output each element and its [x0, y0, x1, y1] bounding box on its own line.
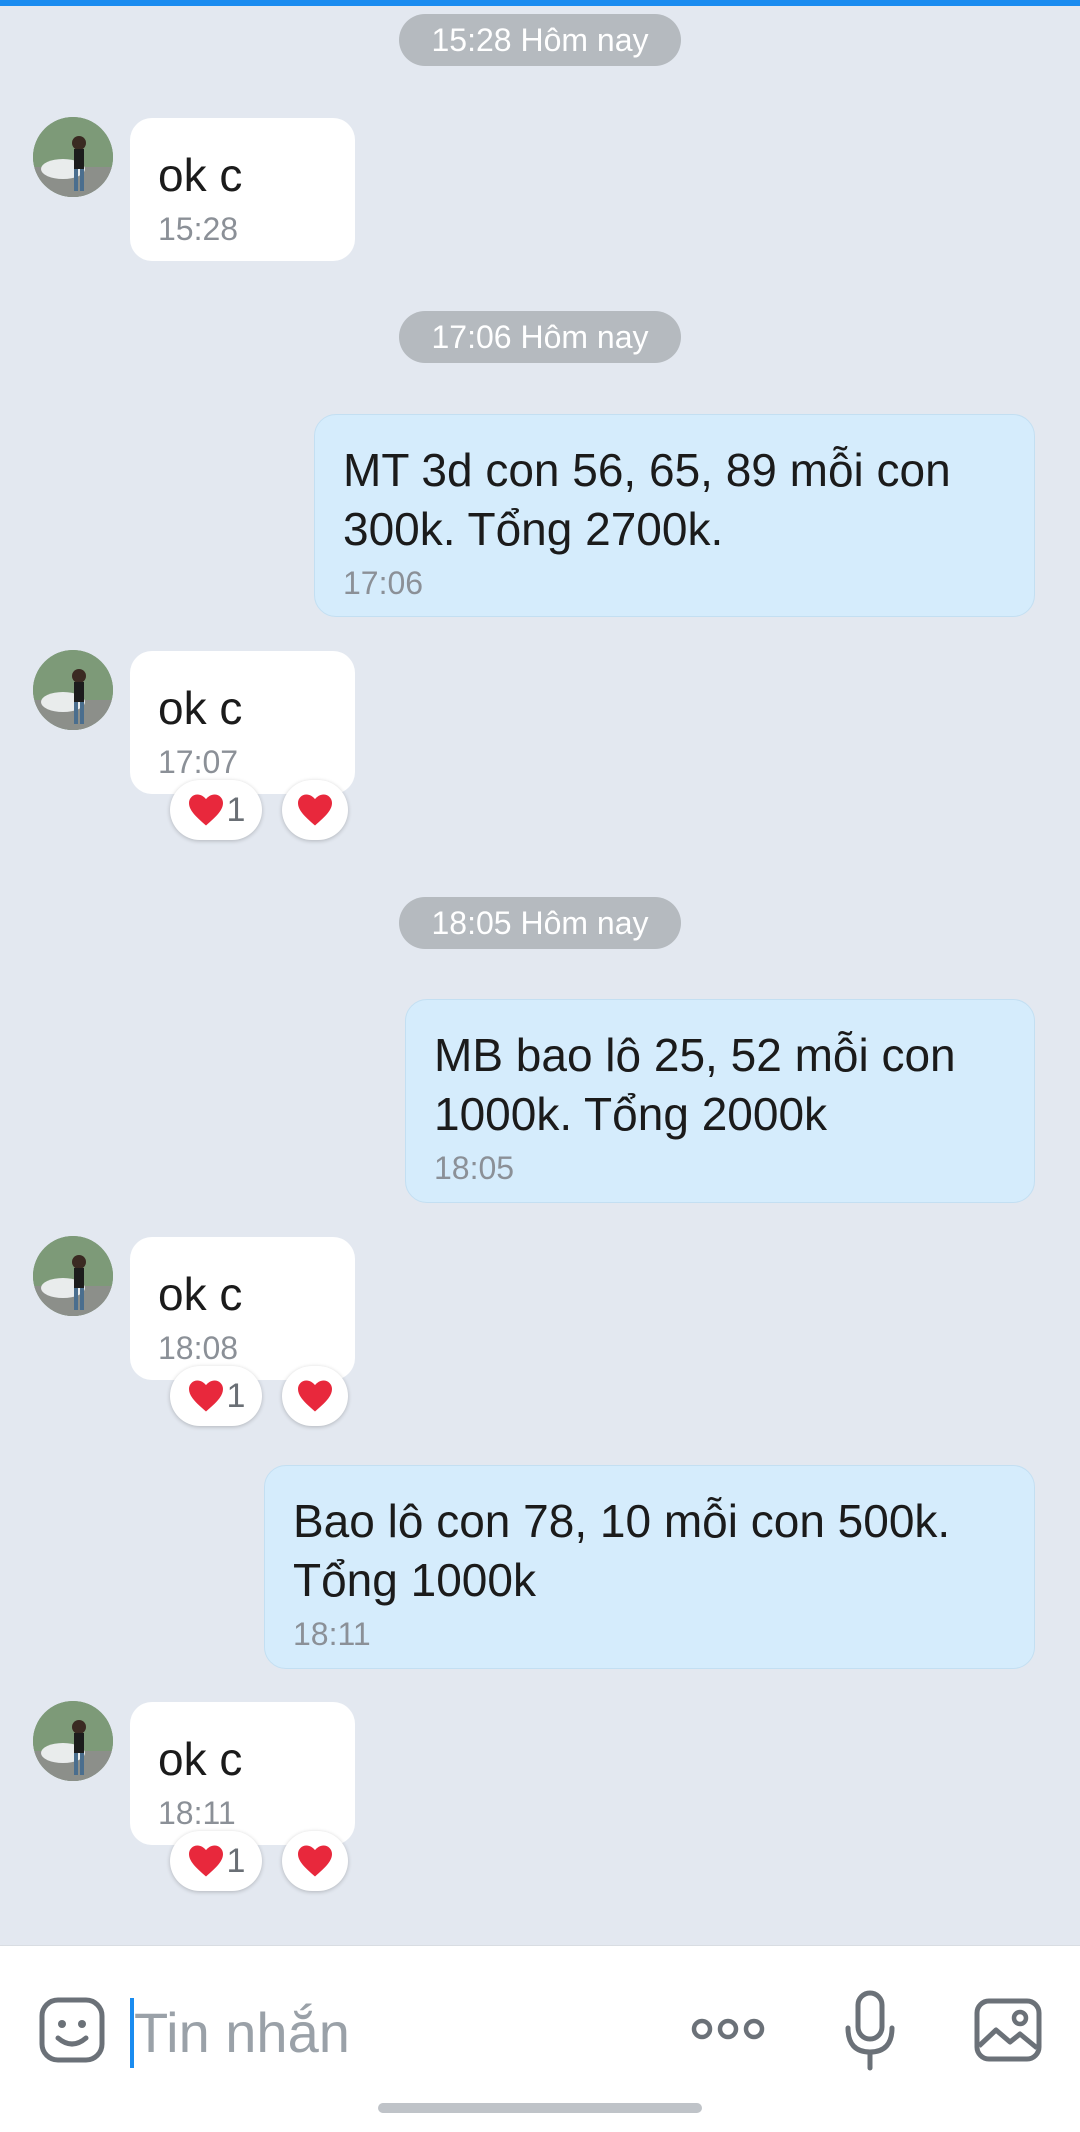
message-text: Bao lô con 78, 10 mỗi con 500k. Tổng 100…: [293, 1495, 951, 1606]
message-text: MT 3d con 56, 65, 89 mỗi con 300k. Tổng …: [343, 444, 951, 555]
message-bubble-incoming[interactable]: ok c 18:11: [130, 1702, 355, 1845]
message-time: 18:11: [293, 1616, 371, 1652]
react-button[interactable]: [282, 1831, 348, 1891]
avatar[interactable]: [33, 117, 113, 197]
avatar[interactable]: [33, 1236, 113, 1316]
image-gallery-icon[interactable]: [972, 1994, 1044, 2066]
message-time: 18:11: [158, 1795, 236, 1831]
reaction-count: 1: [226, 1841, 246, 1880]
message-text: ok c: [158, 1733, 243, 1785]
heart-icon: [298, 1845, 332, 1877]
reaction-summary[interactable]: 1: [170, 1366, 262, 1426]
message-bubble-outgoing[interactable]: Bao lô con 78, 10 mỗi con 500k. Tổng 100…: [264, 1465, 1035, 1669]
message-bubble-incoming[interactable]: ok c 18:08: [130, 1237, 355, 1380]
time-separator: 18:05 Hôm nay: [399, 897, 681, 949]
message-time: 15:28: [158, 211, 239, 247]
message-text: ok c: [158, 682, 243, 734]
message-time: 17:07: [158, 744, 239, 780]
more-options-icon[interactable]: [690, 2006, 766, 2052]
avatar[interactable]: [33, 650, 113, 730]
message-text: MB bao lô 25, 52 mỗi con 1000k. Tổng 200…: [434, 1029, 956, 1140]
home-indicator[interactable]: [378, 2103, 702, 2113]
reaction-summary[interactable]: 1: [170, 1831, 262, 1891]
heart-icon: [188, 794, 223, 826]
microphone-icon[interactable]: [840, 1988, 900, 2074]
message-bubble-outgoing[interactable]: MB bao lô 25, 52 mỗi con 1000k. Tổng 200…: [405, 999, 1035, 1203]
message-text: ok c: [158, 1268, 243, 1320]
reaction-count: 1: [226, 1376, 246, 1415]
message-bubble-outgoing[interactable]: MT 3d con 56, 65, 89 mỗi con 300k. Tổng …: [314, 414, 1035, 617]
message-bubble-incoming[interactable]: ok c 15:28: [130, 118, 355, 261]
react-button[interactable]: [282, 780, 348, 840]
message-time: 18:05: [434, 1150, 515, 1186]
message-input[interactable]: [130, 1992, 654, 2072]
reaction-count: 1: [226, 790, 246, 829]
sticker-icon[interactable]: [36, 1994, 108, 2066]
heart-icon: [188, 1380, 223, 1412]
heart-icon: [298, 1380, 332, 1412]
avatar[interactable]: [33, 1701, 113, 1781]
top-progress-bar: [0, 0, 1080, 6]
message-time: 18:08: [158, 1330, 239, 1366]
reaction-summary[interactable]: 1: [170, 780, 262, 840]
heart-icon: [298, 794, 332, 826]
react-button[interactable]: [282, 1366, 348, 1426]
message-time: 17:06: [343, 565, 424, 601]
message-bubble-incoming[interactable]: ok c 17:07: [130, 651, 355, 794]
heart-icon: [188, 1845, 223, 1877]
time-separator: 15:28 Hôm nay: [399, 14, 681, 66]
message-text: ok c: [158, 149, 243, 201]
time-separator: 17:06 Hôm nay: [399, 311, 681, 363]
